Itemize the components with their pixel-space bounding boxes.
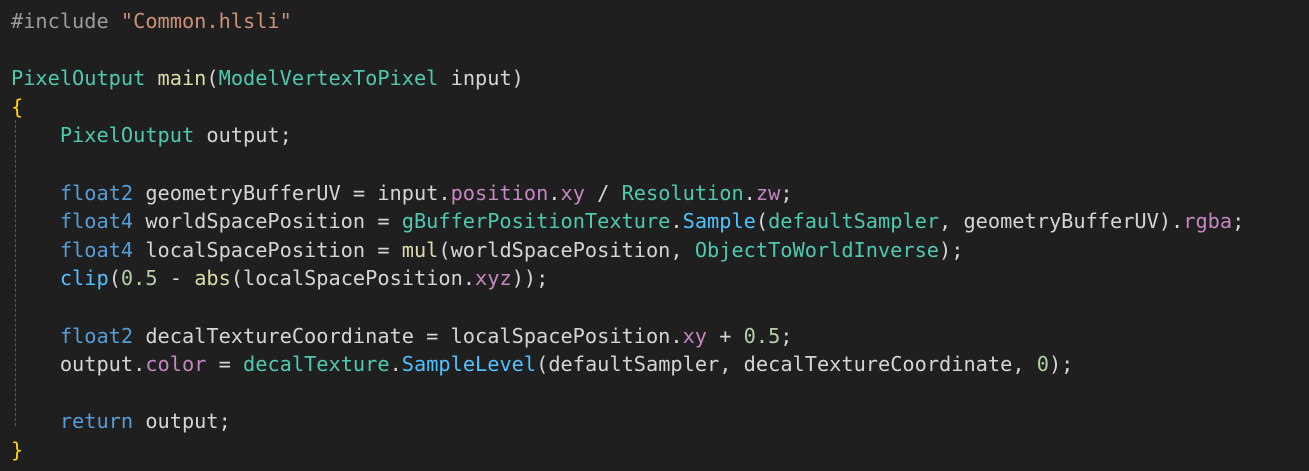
code-token-ident: output; (194, 123, 292, 148)
code-token-punct: . (1171, 209, 1184, 234)
code-token-keyword: float4 (59, 237, 134, 262)
code-token-func: abs (194, 266, 231, 291)
code-token-punct (11, 238, 60, 262)
code-token-ident: , geometryBufferUV) (939, 209, 1172, 234)
code-token-preproc: #include (11, 9, 121, 33)
code-token-brace: } (11, 437, 24, 462)
code-token-keyword: return (59, 409, 134, 434)
code-token-type: ObjectToWorldInverse (694, 237, 940, 262)
code-token-intrinsic: SampleLevel (401, 352, 537, 377)
code-token-number: 0.5 (120, 266, 158, 291)
code-token-punct: ; (780, 180, 793, 205)
code-token-op: - (157, 266, 195, 291)
code-token-punct: ); (1048, 352, 1074, 377)
code-token-op: = (206, 352, 244, 377)
code-token-punct (11, 266, 60, 290)
code-token-punct: . (670, 209, 683, 234)
code-token-punct (11, 324, 60, 348)
code-token-type: decalTexture (243, 352, 390, 377)
code-token-ident: (localSpacePosition (230, 266, 463, 291)
code-token-punct (145, 66, 157, 90)
code-token-op: / (584, 180, 622, 205)
code-token-ident: geometryBufferUV = input (133, 180, 439, 205)
code-token-func: mul (401, 237, 439, 262)
code-line[interactable]: float4 localSpacePosition = mul(worldSpa… (11, 236, 1309, 265)
code-token-keyword: float2 (59, 180, 134, 205)
code-token-punct: ( (108, 266, 121, 291)
code-token-punct: ( (206, 66, 219, 91)
code-token-member: xyz (475, 266, 512, 291)
code-line[interactable] (11, 36, 1309, 65)
code-line[interactable]: PixelOutput output; (11, 121, 1309, 150)
code-token-type: PixelOutput (59, 123, 195, 148)
code-token-punct: ; (1232, 209, 1245, 234)
code-line[interactable] (11, 293, 1309, 322)
code-token-punct: ; (780, 323, 793, 348)
code-line[interactable]: PixelOutput main(ModelVertexToPixel inpu… (11, 64, 1309, 93)
code-token-punct: ) (511, 66, 524, 91)
code-token-op: + (707, 323, 744, 348)
code-token-punct: )); (511, 266, 549, 291)
code-token-member: xy (560, 180, 585, 205)
code-line[interactable]: return output; (11, 407, 1309, 436)
code-token-number: 0.5 (743, 323, 781, 348)
code-line[interactable]: output.color = decalTexture.SampleLevel(… (11, 350, 1309, 379)
code-line[interactable]: { (11, 93, 1309, 122)
code-token-ident: worldSpacePosition = (133, 209, 402, 234)
code-token-member: position (450, 180, 549, 205)
code-token-brace: { (11, 94, 24, 119)
code-token-ident: output; (133, 409, 231, 434)
code-token-ident: (worldSpacePosition, (438, 237, 695, 262)
code-token-punct (11, 352, 60, 376)
code-token-type: defaultSampler (768, 209, 940, 234)
code-content[interactable]: #include "Common.hlsli" PixelOutput main(… (11, 7, 1309, 465)
code-token-punct: . (670, 323, 683, 348)
code-token-intrinsic: clip (59, 266, 109, 291)
code-token-type: Resolution (621, 180, 744, 205)
code-token-punct (11, 209, 60, 233)
code-token-keyword: float2 (59, 323, 134, 348)
code-token-intrinsic: Sample (682, 209, 756, 234)
code-token-member: xy (682, 323, 708, 348)
code-line[interactable] (11, 150, 1309, 179)
code-token-ident: (defaultSampler, decalTextureCoordinate, (536, 352, 1037, 377)
code-token-type: ModelVertexToPixel (218, 66, 439, 91)
code-token-punct: ); (939, 237, 964, 262)
code-token-punct: . (389, 352, 402, 377)
code-line[interactable]: #include "Common.hlsli" (11, 7, 1309, 36)
code-token-ident: decalTextureCoordinate = localSpacePosit… (133, 323, 671, 348)
code-line[interactable] (11, 379, 1309, 408)
code-token-string: "Common.hlsli" (120, 9, 292, 33)
code-token-type: PixelOutput (11, 66, 146, 91)
code-token-func: main (157, 66, 207, 91)
code-token-ident: output (59, 352, 134, 377)
code-line[interactable]: } (11, 436, 1309, 465)
code-line[interactable]: float4 worldSpacePosition = gBufferPosit… (11, 207, 1309, 236)
code-token-member: zw (755, 180, 781, 205)
code-token-member: rgba (1183, 209, 1233, 234)
code-token-punct: . (548, 180, 561, 205)
code-token-type: gBufferPositionTexture (401, 209, 671, 234)
code-token-punct (11, 123, 60, 147)
code-token-member: color (145, 352, 207, 377)
code-token-punct: ( (755, 209, 769, 234)
code-token-punct (11, 409, 60, 433)
code-token-keyword: float4 (59, 209, 134, 234)
code-line[interactable]: float2 geometryBufferUV = input.position… (11, 179, 1309, 208)
code-line[interactable]: clip(0.5 - abs(localSpacePosition.xyz)); (11, 264, 1309, 293)
code-token-punct: . (133, 352, 146, 377)
code-token-punct: . (438, 180, 451, 205)
code-token-punct: . (462, 266, 476, 291)
code-token-punct (11, 181, 60, 205)
code-token-punct: . (743, 180, 756, 205)
code-token-ident: localSpacePosition = (133, 237, 402, 262)
code-line[interactable]: float2 decalTextureCoordinate = localSpa… (11, 322, 1309, 351)
code-token-number: 0 (1036, 352, 1049, 377)
code-editor[interactable]: #include "Common.hlsli" PixelOutput main(… (0, 0, 1309, 471)
code-token-ident: input (438, 66, 512, 91)
